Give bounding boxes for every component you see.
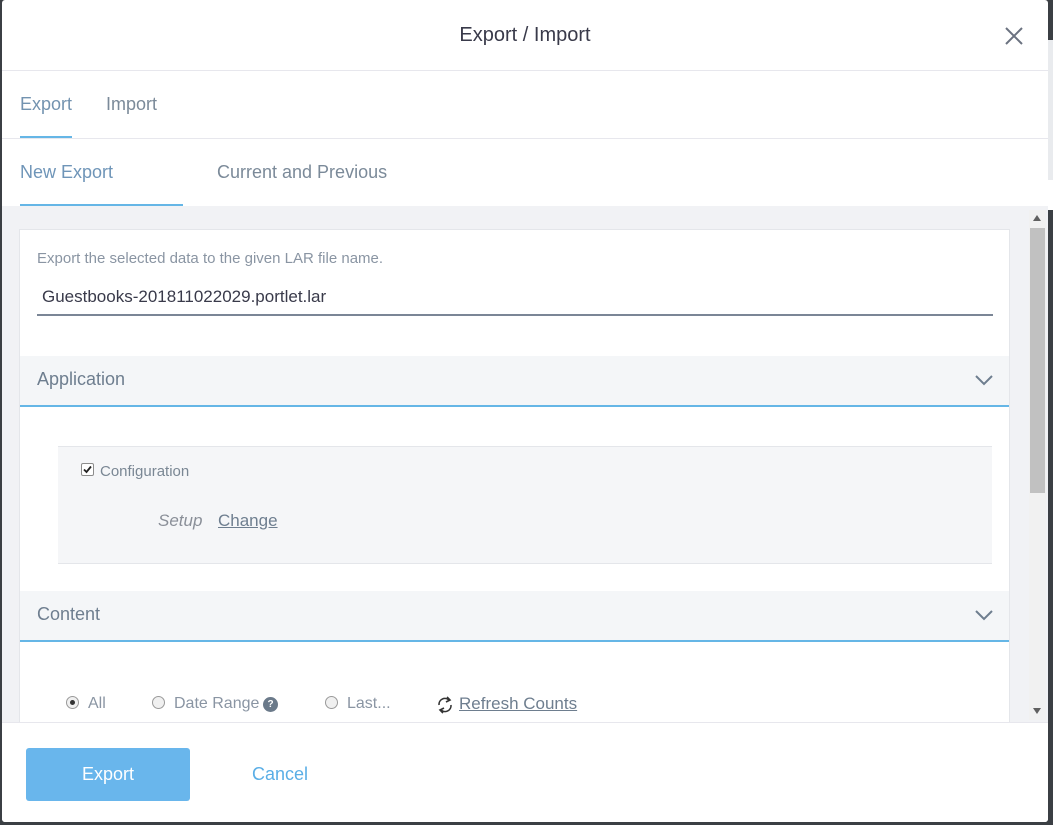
export-form-sheet: Export the selected data to the given LA… <box>19 229 1010 722</box>
radio-date-range-label: Date Range <box>174 695 260 712</box>
export-button[interactable]: Export <box>26 748 190 801</box>
radio-last-label: Last... <box>347 695 391 712</box>
refresh-counts-link[interactable]: Refresh Counts <box>459 694 577 714</box>
cancel-button[interactable]: Cancel <box>232 748 328 801</box>
radio-date-range[interactable] <box>152 696 165 709</box>
sub-tabs: New Export Process Current and Previous <box>2 139 1048 248</box>
refresh-icon[interactable] <box>435 695 455 715</box>
main-tabs: Export Import <box>2 71 1048 139</box>
close-button[interactable] <box>1002 24 1026 48</box>
dialog-body[interactable]: Export the selected data to the given LA… <box>2 206 1048 722</box>
application-panel-title: Application <box>37 369 126 389</box>
tab-export[interactable]: Export <box>20 71 72 138</box>
dialog-title: Export / Import <box>459 24 591 46</box>
radio-all-label: All <box>88 695 106 712</box>
checkmark-icon <box>83 465 92 474</box>
scroll-thumb[interactable] <box>1030 228 1045 493</box>
scroll-up-arrow-icon[interactable] <box>1033 215 1041 221</box>
scrollbar[interactable] <box>1029 210 1046 720</box>
tab-import[interactable]: Import <box>106 71 157 138</box>
change-link[interactable]: Change <box>218 511 278 531</box>
configuration-label: Configuration <box>100 463 190 480</box>
content-panel-title: Content <box>37 604 101 624</box>
lar-file-name-input[interactable] <box>37 280 993 316</box>
radio-last[interactable] <box>325 696 338 709</box>
dialog-header: Export / Import <box>2 0 1048 71</box>
chevron-down-icon <box>975 610 993 621</box>
lar-hint: Export the selected data to the given LA… <box>37 250 384 267</box>
radio-all[interactable] <box>66 696 79 709</box>
setup-label: Setup <box>158 511 203 530</box>
help-icon[interactable]: ? <box>263 697 278 712</box>
tab-current-and-previous[interactable]: Current and Previous <box>217 139 387 206</box>
background-strip <box>1048 40 1053 180</box>
background-strip <box>1048 180 1053 210</box>
scroll-down-arrow-icon[interactable] <box>1033 708 1041 714</box>
content-panel-header[interactable]: Content <box>20 591 1009 642</box>
application-panel-header[interactable]: Application <box>20 356 1009 407</box>
tab-new-export-process[interactable]: New Export Process <box>20 139 183 248</box>
chevron-down-icon <box>975 375 993 386</box>
configuration-box: Configuration Setup Change <box>58 446 992 564</box>
dialog-footer: Export Cancel <box>2 722 1048 822</box>
close-icon <box>1005 27 1023 45</box>
export-import-dialog: Export / Import Export Import New Export… <box>2 0 1048 822</box>
configuration-checkbox[interactable] <box>81 463 94 476</box>
